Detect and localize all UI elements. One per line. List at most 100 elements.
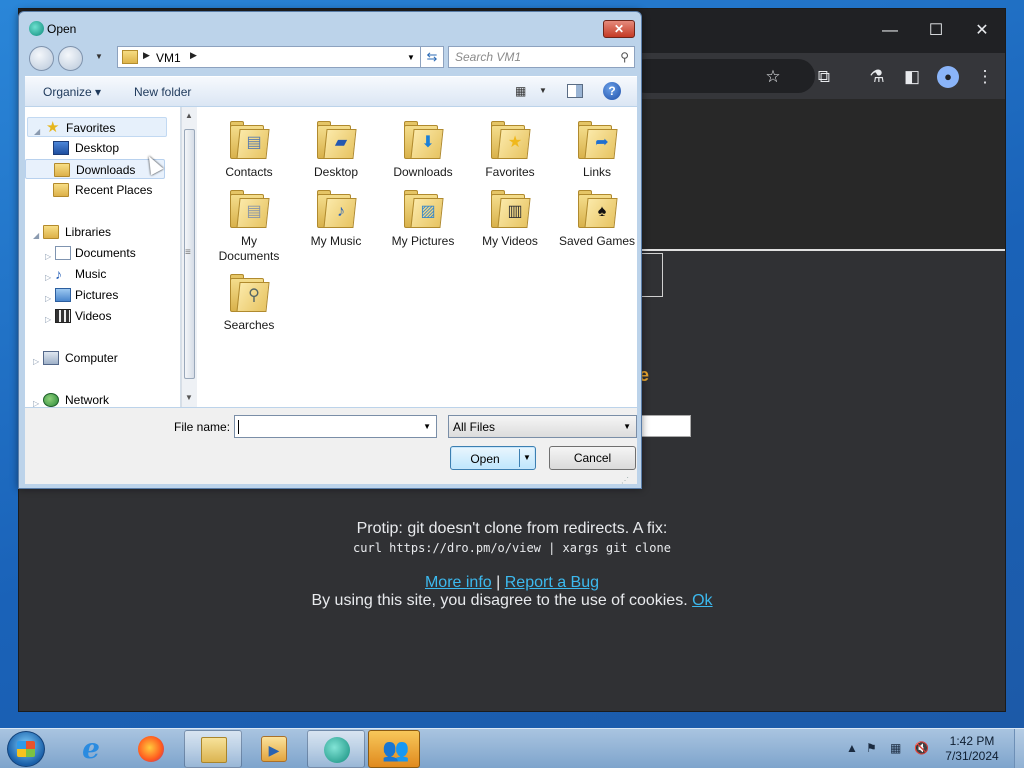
- dialog-bottom-bar: File name: ▼ All Files ▼ Open ▼ Cancel: [25, 408, 637, 484]
- volume-muted-icon[interactable]: 🔇: [914, 741, 929, 755]
- dialog-title: Open: [29, 21, 76, 36]
- music-icon: ♪: [55, 266, 62, 282]
- people-app-icon: 👥: [382, 737, 410, 762]
- breadcrumb-chevron-icon[interactable]: ▶: [190, 50, 197, 61]
- scroll-up-arrow-icon[interactable]: ▲: [185, 111, 193, 120]
- folder-favorites[interactable]: ★ Favorites: [470, 113, 550, 187]
- show-desktop-button[interactable]: [1014, 729, 1024, 768]
- show-hidden-icons-icon[interactable]: ▲: [846, 741, 858, 755]
- expand-arrow-icon[interactable]: ▷: [33, 352, 39, 372]
- documents-icon: [55, 246, 71, 260]
- open-options-dropdown-icon[interactable]: ▼: [523, 453, 531, 462]
- start-button[interactable]: [7, 731, 45, 767]
- file-type-dropdown-icon[interactable]: ▼: [623, 422, 631, 431]
- dialog-close-button[interactable]: ✕: [603, 20, 635, 38]
- labs-flask-icon[interactable]: ⚗: [866, 66, 888, 88]
- tree-item-pictures[interactable]: ▷ Pictures: [25, 285, 165, 305]
- filename-input[interactable]: ▼: [234, 415, 437, 438]
- search-icon: ⚲: [620, 50, 629, 64]
- tree-item-videos[interactable]: ▷ Videos: [25, 306, 165, 326]
- help-icon[interactable]: ?: [603, 82, 621, 100]
- folder-links[interactable]: ➦ Links: [557, 113, 637, 187]
- filename-history-dropdown-icon[interactable]: ▼: [423, 422, 431, 431]
- resize-grip-icon[interactable]: ⋰: [621, 476, 629, 485]
- nav-pane-scrollbar[interactable]: ▲ ≡ ▼: [181, 107, 197, 407]
- command-bar: Organize ▾ New folder ▦ ▼ ?: [25, 76, 637, 106]
- documents-folder-icon: ▤: [230, 190, 270, 230]
- navigation-pane: ◢ ★ Favorites Desktop Downloads Recent P…: [25, 107, 181, 410]
- tree-item-music[interactable]: ▷ ♪ Music: [25, 264, 165, 284]
- more-menu-icon[interactable]: ⋮: [974, 66, 996, 88]
- windows-explorer-icon: [201, 737, 227, 763]
- tree-item-label: Music: [75, 267, 107, 281]
- open-dialog: Open ✕ ▼ ▶ VM1 ▶ ▼ ⇆ Search VM1 ⚲ Organi…: [18, 11, 642, 489]
- action-center-flag-icon[interactable]: ⚑: [866, 741, 877, 755]
- folder-my-documents[interactable]: ▤ My Documents: [209, 182, 289, 263]
- extensions-icon[interactable]: ⧉: [813, 66, 835, 88]
- breadcrumb-vm1[interactable]: VM1: [156, 51, 181, 65]
- search-input[interactable]: Search VM1 ⚲: [448, 46, 635, 68]
- change-view-icon[interactable]: ▦: [515, 84, 526, 98]
- open-button[interactable]: Open ▼: [450, 446, 536, 470]
- bookmark-star-icon[interactable]: ☆: [762, 66, 784, 88]
- side-panel-icon[interactable]: ◧: [901, 66, 923, 88]
- recent-locations-dropdown[interactable]: ▼: [95, 52, 103, 61]
- refresh-icon[interactable]: ⇆: [420, 46, 444, 68]
- tree-item-libraries[interactable]: ◢ Libraries: [25, 222, 165, 242]
- expand-arrow-icon[interactable]: ▷: [45, 310, 51, 330]
- folder-contacts[interactable]: ▤ Contacts: [209, 113, 289, 187]
- system-clock[interactable]: 1:42 PM 7/31/2024: [936, 734, 1008, 764]
- scroll-down-arrow-icon[interactable]: ▼: [185, 393, 193, 402]
- folder-my-pictures[interactable]: ▨ My Pictures: [383, 182, 463, 256]
- report-bug-link[interactable]: Report a Bug: [505, 574, 599, 591]
- address-dropdown-icon[interactable]: ▼: [407, 53, 415, 62]
- cancel-button[interactable]: Cancel: [549, 446, 636, 470]
- more-info-link[interactable]: More info: [425, 574, 492, 591]
- folder-label: My Videos: [482, 234, 538, 248]
- close-window-button[interactable]: ✕: [959, 19, 1005, 43]
- folder-saved-games[interactable]: ♠ Saved Games: [557, 182, 637, 262]
- organize-button[interactable]: Organize ▾: [43, 85, 101, 99]
- tree-item-computer[interactable]: ▷ Computer: [25, 348, 165, 368]
- forward-button[interactable]: [58, 46, 83, 71]
- file-type-select[interactable]: All Files ▼: [448, 415, 637, 438]
- new-folder-button[interactable]: New folder: [134, 85, 191, 99]
- folder-desktop[interactable]: ▰ Desktop: [296, 113, 376, 187]
- tree-item-desktop[interactable]: Desktop: [25, 138, 165, 158]
- view-dropdown-icon[interactable]: ▼: [539, 86, 547, 95]
- desktop-icon: [53, 141, 69, 155]
- folder-my-music[interactable]: ♪ My Music: [296, 182, 376, 256]
- tree-item-label: Downloads: [76, 163, 136, 177]
- folder-downloads[interactable]: ⬇ Downloads: [383, 113, 463, 187]
- folder-searches[interactable]: ⚲ Searches: [209, 266, 289, 340]
- maximize-button[interactable]: ☐: [913, 19, 959, 43]
- taskbar-active-app[interactable]: [307, 730, 365, 768]
- breadcrumb-chevron-icon[interactable]: ▶: [143, 50, 150, 61]
- taskbar-media-player[interactable]: ▶: [245, 730, 303, 768]
- taskbar-people-app[interactable]: 👥: [368, 730, 420, 768]
- tree-item-label: Libraries: [65, 225, 112, 239]
- page-text-input[interactable]: [639, 415, 691, 437]
- taskbar-windows-explorer[interactable]: [184, 730, 242, 768]
- preview-pane-icon[interactable]: [567, 84, 583, 98]
- breadcrumb-address-bar[interactable]: ▶ VM1 ▶ ▼: [117, 46, 423, 68]
- tree-item-label: Favorites: [66, 121, 116, 135]
- taskbar-internet-explorer[interactable]: e: [62, 730, 120, 768]
- link-separator: |: [496, 574, 501, 591]
- folder-my-videos[interactable]: ▥ My Videos: [470, 182, 550, 256]
- minimize-button[interactable]: —: [867, 19, 913, 43]
- tree-item-recent-places[interactable]: Recent Places: [25, 180, 165, 200]
- back-button[interactable]: [29, 46, 54, 71]
- cookie-ok-link[interactable]: Ok: [692, 592, 712, 609]
- address-bar[interactable]: [629, 59, 815, 93]
- computer-icon: [43, 351, 59, 365]
- tree-item-documents[interactable]: ▷ Documents: [25, 243, 165, 263]
- pictures-icon: [55, 288, 71, 302]
- network-status-icon[interactable]: ▦: [890, 741, 901, 755]
- tree-item-favorites[interactable]: ◢ ★ Favorites: [27, 117, 167, 137]
- taskbar-firefox[interactable]: [122, 730, 180, 768]
- tree-item-network[interactable]: ▷ Network: [25, 390, 165, 410]
- tree-item-label: Desktop: [75, 141, 120, 155]
- profile-avatar-icon[interactable]: ●: [937, 66, 959, 88]
- downloads-folder-icon: ⬇: [404, 121, 444, 161]
